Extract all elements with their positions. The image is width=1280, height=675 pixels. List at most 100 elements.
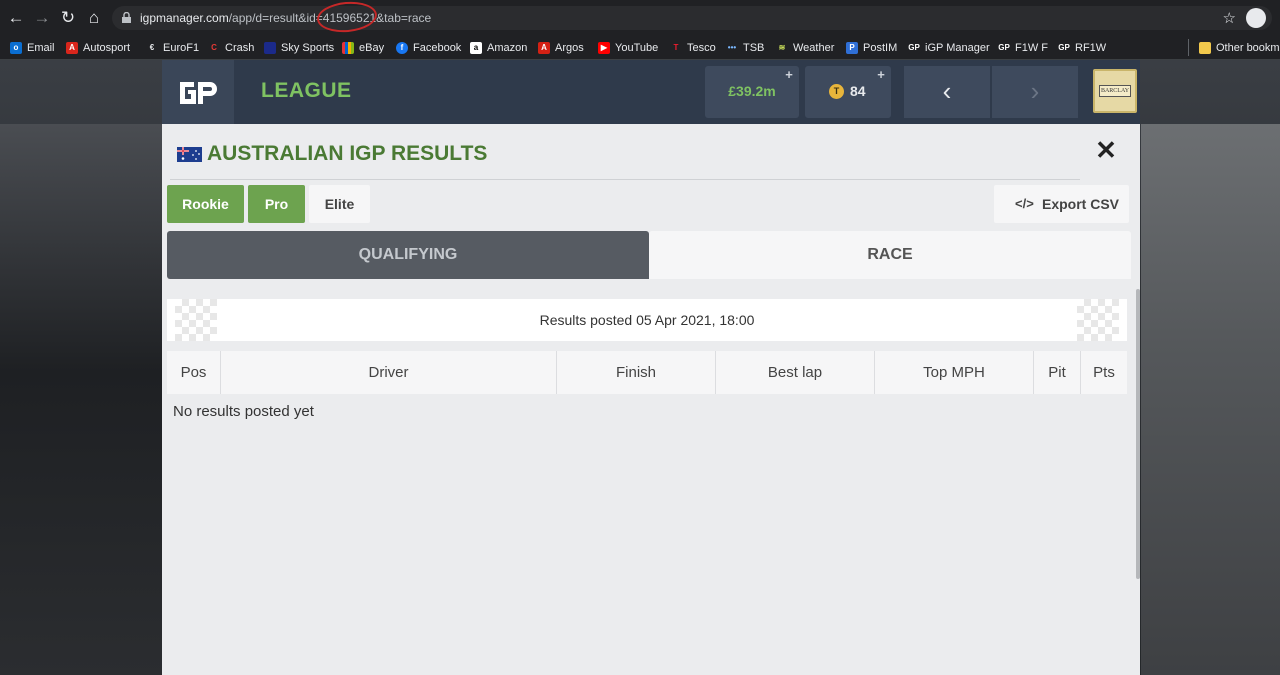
bookmark-label: Sky Sports [281, 41, 335, 54]
empty-results-message: No results posted yet [173, 403, 314, 420]
checkered-flag-right-icon [1077, 299, 1119, 341]
address-bar[interactable]: igpmanager.com/app/d=result&id=41596521&… [112, 0, 1272, 35]
profile-icon[interactable] [1246, 8, 1266, 28]
tsb-icon: ••• [726, 41, 738, 54]
results-posted-text: Results posted 05 Apr 2021, 18:00 [539, 312, 755, 328]
bookmarks-bar: o Email A Autosport € EuroF1 C Crash Sky Spo… [0, 35, 1280, 60]
postim-icon: P [846, 41, 858, 54]
igp-logo-icon [180, 82, 217, 104]
forward-icon[interactable]: → [32, 8, 52, 28]
column-top-mph[interactable]: Top MPH [875, 351, 1034, 394]
australia-flag-icon [177, 147, 202, 162]
skysports-icon [264, 41, 276, 54]
section-title: LEAGUE [261, 79, 352, 102]
autosport-icon: A [66, 41, 78, 54]
tier-rookie-button[interactable]: Rookie [167, 185, 244, 223]
bookmark-star-icon[interactable]: ☆ [1223, 9, 1236, 27]
sponsor-logo[interactable]: BARCLAY [1093, 69, 1137, 113]
eurof1-icon: € [146, 41, 158, 54]
youtube-icon: ▶ [598, 41, 610, 54]
igp-logo[interactable] [162, 60, 234, 124]
results-modal: AUSTRALIAN IGP RESULTS ✕ Rookie Pro Elit… [162, 124, 1140, 675]
bookmark-label: TSB [743, 41, 765, 54]
tesco-icon: T [670, 41, 682, 54]
bookmark-tsb[interactable]: ••• TSB [726, 39, 764, 56]
game-header: LEAGUE £39.2m + T 84 + ‹ › BARCLAY [162, 60, 1140, 124]
bookmark-crash[interactable]: C Crash [208, 39, 254, 56]
back-icon[interactable]: ← [6, 8, 26, 28]
ebay-icon [342, 41, 354, 54]
bookmark-label: Tesco [687, 41, 716, 54]
bookmark-ebay[interactable]: eBay [342, 39, 384, 56]
modal-scrollbar[interactable] [1136, 289, 1140, 579]
column-best-lap[interactable]: Best lap [716, 351, 875, 394]
bookmark-postim[interactable]: P PostIM [846, 39, 897, 56]
bookmark-label: Facebook [413, 41, 462, 54]
red-annotation-circle [315, 0, 379, 35]
folder-icon [1199, 41, 1211, 54]
igp-icon: GP [1058, 41, 1070, 54]
tier-pro-button[interactable]: Pro [248, 185, 305, 223]
garage-background-left [0, 124, 162, 675]
title-divider [170, 179, 1080, 180]
export-csv-button[interactable]: </> Export CSV [994, 185, 1129, 223]
url-text: igpmanager.com/app/d=result&id=41596521&… [140, 11, 431, 25]
bookmark-tesco[interactable]: T Tesco [670, 39, 716, 56]
bookmark-label: EuroF1 [163, 41, 200, 54]
weather-icon: ≋ [776, 41, 788, 54]
bookmark-f1wf[interactable]: GP F1W F [998, 39, 1048, 56]
igp-icon: GP [998, 41, 1010, 54]
column-pts[interactable]: Pts [1081, 351, 1127, 394]
bookmark-eurof1[interactable]: € EuroF1 [146, 39, 199, 56]
bookmark-label: Email [27, 41, 55, 54]
next-arrow-icon[interactable]: › [992, 66, 1078, 118]
bookmark-label: PostIM [863, 41, 898, 54]
add-tokens-icon[interactable]: + [875, 68, 887, 81]
browser-toolbar: ← → ↻ ⌂ igpmanager.com/app/d=result&id=4… [0, 0, 1280, 35]
bookmark-rf1w[interactable]: GP RF1W [1058, 39, 1106, 56]
outlook-icon: o [10, 41, 22, 54]
igp-icon: GP [908, 41, 920, 54]
bookmark-label: F1W F [1015, 41, 1048, 54]
close-icon[interactable]: ✕ [1095, 137, 1117, 163]
bookmark-skysports[interactable]: Sky Sports [264, 39, 334, 56]
argos-icon: A [538, 41, 550, 54]
bookmark-autosport[interactable]: A Autosport [66, 39, 130, 56]
column-driver[interactable]: Driver [221, 351, 557, 394]
bookmark-label: Weather [793, 41, 835, 54]
column-finish[interactable]: Finish [557, 351, 716, 394]
column-pit[interactable]: Pit [1034, 351, 1081, 394]
tokens-button[interactable]: T 84 + [805, 66, 891, 118]
bookmark-igpmanager[interactable]: GP iGP Manager [908, 39, 990, 56]
bookmark-argos[interactable]: A Argos [538, 39, 584, 56]
previous-arrow-icon[interactable]: ‹ [904, 66, 990, 118]
export-label: Export CSV [1042, 196, 1120, 212]
tab-qualifying[interactable]: QUALIFYING [167, 231, 649, 279]
bookmark-label: Other bookma [1216, 41, 1280, 54]
tab-race[interactable]: RACE [649, 231, 1131, 279]
lock-icon [122, 12, 131, 23]
tokens-value: 84 [850, 83, 866, 99]
bookmark-weather[interactable]: ≋ Weather [776, 39, 834, 56]
home-icon[interactable]: ⌂ [84, 8, 104, 28]
facebook-icon: f [396, 41, 408, 54]
bookmark-label: iGP Manager [925, 41, 990, 54]
column-pos[interactable]: Pos [167, 351, 221, 394]
bookmark-youtube[interactable]: ▶ YouTube [598, 39, 658, 56]
bookmark-label: Argos [555, 41, 584, 54]
money-button[interactable]: £39.2m + [705, 66, 799, 118]
amazon-icon: a [470, 41, 482, 54]
modal-title: AUSTRALIAN IGP RESULTS [207, 142, 488, 165]
bookmark-amazon[interactable]: a Amazon [470, 39, 527, 56]
bookmark-email[interactable]: o Email [10, 39, 55, 56]
bookmark-label: Amazon [487, 41, 528, 54]
tier-elite-button[interactable]: Elite [309, 185, 370, 223]
bookmark-other[interactable]: Other bookma [1188, 39, 1280, 56]
reload-icon[interactable]: ↻ [58, 8, 78, 28]
add-money-icon[interactable]: + [783, 68, 795, 81]
bookmark-label: YouTube [615, 41, 659, 54]
bookmark-label: RF1W [1075, 41, 1107, 54]
bookmark-facebook[interactable]: f Facebook [396, 39, 461, 56]
bookmark-label: eBay [359, 41, 385, 54]
results-posted-banner: Results posted 05 Apr 2021, 18:00 [167, 299, 1127, 341]
